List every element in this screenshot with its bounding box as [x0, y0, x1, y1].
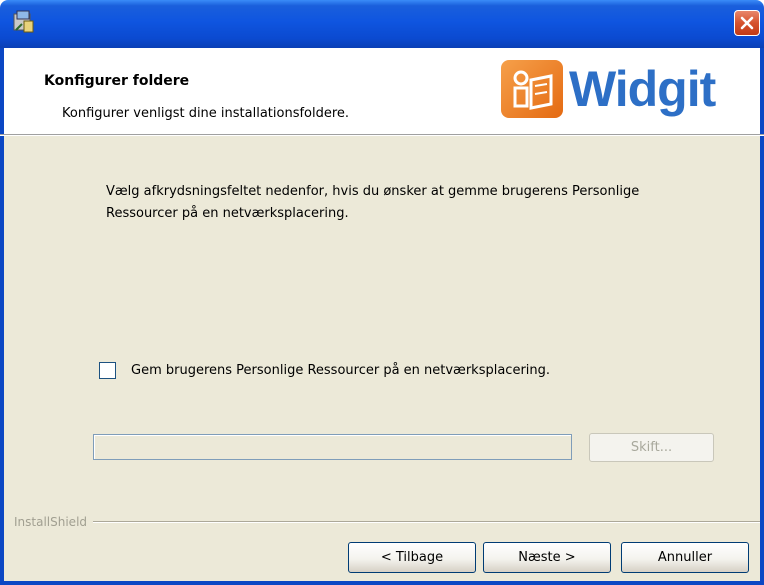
- close-icon: [740, 16, 754, 30]
- change-button: Skift...: [589, 433, 714, 462]
- next-button[interactable]: Næste >: [483, 542, 611, 573]
- path-input: [93, 434, 572, 460]
- installer-icon: [12, 8, 36, 34]
- widgit-logo: Widgit: [501, 58, 757, 120]
- logo-symbol-icon: [501, 60, 563, 118]
- installshield-separator: InstallShield: [4, 514, 760, 530]
- page-subtitle: Konfigurer venligst dine installationsfo…: [62, 106, 350, 121]
- back-button[interactable]: < Tilbage: [348, 542, 476, 573]
- header-banner: Konfigurer foldere Konfigurer venligst d…: [0, 48, 764, 135]
- close-button[interactable]: [734, 10, 760, 36]
- logo-text: Widgit: [569, 61, 716, 117]
- cancel-button[interactable]: Annuller: [621, 542, 749, 573]
- description-text: Vælg afkrydsningsfeltet nedenfor, hvis d…: [106, 184, 640, 221]
- network-location-checkbox-label[interactable]: Gem brugerens Personlige Ressourcer på e…: [131, 363, 550, 378]
- network-location-option[interactable]: Gem brugerens Personlige Ressourcer på e…: [99, 362, 550, 379]
- separator-line: [93, 521, 760, 523]
- installshield-label: InstallShield: [14, 515, 88, 529]
- network-location-checkbox[interactable]: [99, 362, 116, 379]
- page-title: Konfigurer foldere: [44, 73, 190, 89]
- title-bar: [0, 0, 764, 48]
